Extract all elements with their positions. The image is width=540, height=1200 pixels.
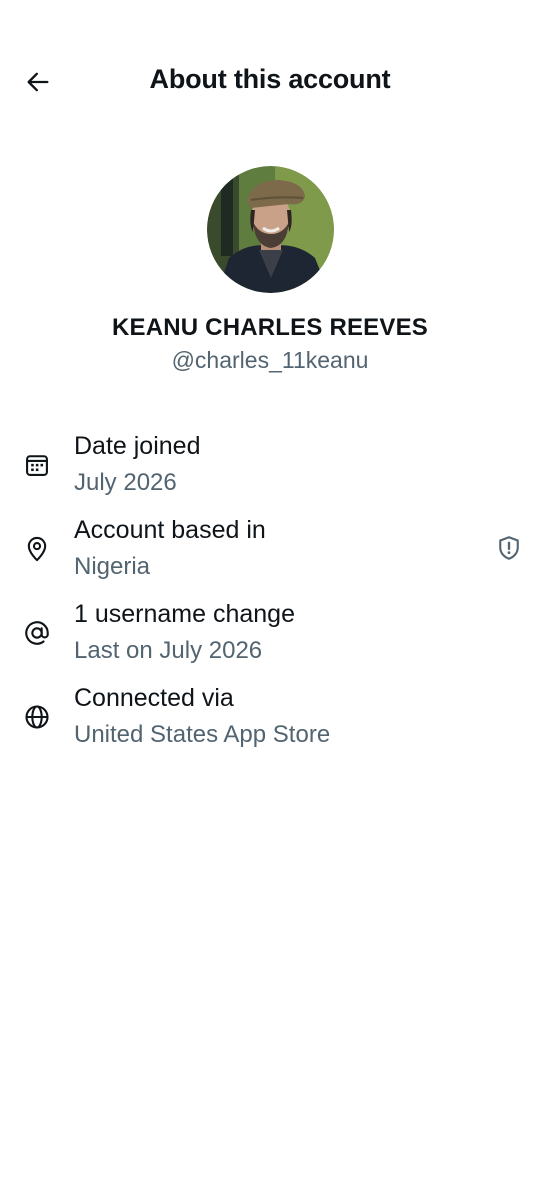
row-label: 1 username change (74, 600, 295, 628)
display-name: KEANU CHARLES REEVES (111, 314, 429, 341)
calendar-icon (22, 450, 52, 480)
row-value: United States App Store (74, 721, 331, 748)
page-title: About this account (149, 64, 391, 94)
username-handle: @charles_11keanu (171, 347, 369, 373)
avatar[interactable] (207, 166, 334, 293)
info-row-username-change: 1 username change Last on July 2026 (0, 598, 540, 678)
row-label: Connected via (74, 684, 234, 712)
shield-alert-icon[interactable] (494, 533, 524, 563)
globe-icon (22, 702, 52, 732)
row-label: Date joined (74, 432, 201, 460)
row-value: July 2026 (74, 469, 177, 496)
info-row-connected-via: Connected via United States App Store (0, 682, 540, 762)
location-pin-icon (22, 534, 52, 564)
row-value: Last on July 2026 (74, 637, 263, 664)
info-row-date-joined: Date joined July 2026 (0, 430, 540, 510)
row-label: Account based in (74, 516, 266, 544)
about-account-screen: About this account KEANU CHARLES REEVES … (0, 0, 540, 1200)
row-value: Nigeria (74, 553, 151, 580)
avatar-photo (207, 166, 334, 293)
header: About this account (0, 0, 540, 164)
info-row-account-based-in: Account based in Nigeria (0, 514, 540, 594)
at-sign-icon (22, 618, 52, 648)
